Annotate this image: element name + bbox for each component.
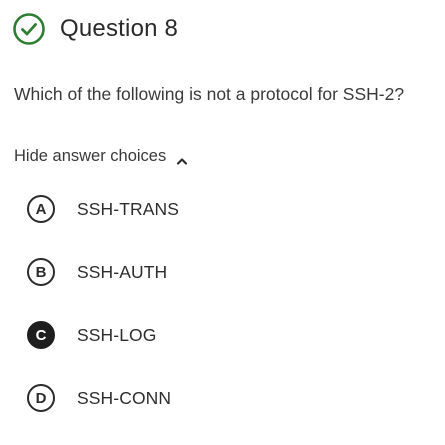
- hide-answer-choices-toggle[interactable]: Hide answer choices: [14, 147, 188, 166]
- choice-label: SSH-CONN: [77, 387, 172, 408]
- chevron-up-icon: [176, 152, 188, 165]
- choice-letter-badge: B: [27, 258, 55, 286]
- choice-label: SSH-LOG: [77, 324, 157, 345]
- choice-b[interactable]: B SSH-AUTH: [27, 256, 179, 288]
- question-title: Question 8: [60, 15, 179, 42]
- choice-label: SSH-AUTH: [77, 261, 168, 282]
- check-circle-icon: [12, 12, 46, 46]
- choice-a[interactable]: A SSH-TRANS: [27, 193, 179, 225]
- choice-letter-badge: D: [27, 384, 55, 412]
- answer-choices-list: A SSH-TRANS B SSH-AUTH C SSH-LOG D SSH-C…: [27, 193, 179, 445]
- choice-c[interactable]: C SSH-LOG: [27, 319, 179, 351]
- question-text: Which of the following is not a protocol…: [14, 84, 405, 104]
- toggle-label: Hide answer choices: [14, 147, 167, 165]
- choice-d[interactable]: D SSH-CONN: [27, 382, 179, 414]
- question-header: Question 8: [12, 12, 178, 46]
- choice-letter-badge: A: [27, 195, 55, 223]
- choice-letter-badge-selected: C: [27, 321, 55, 349]
- choice-label: SSH-TRANS: [77, 198, 180, 219]
